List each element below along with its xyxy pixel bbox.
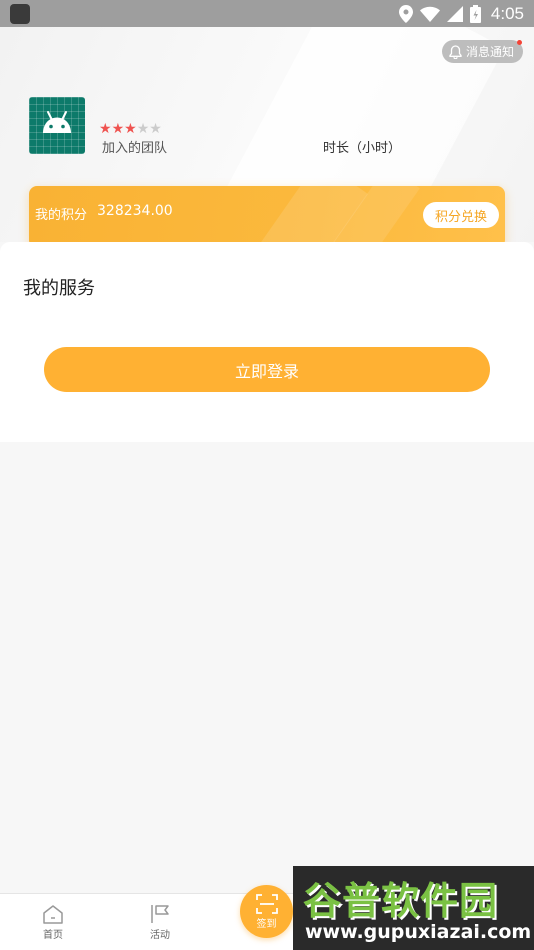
notification-button[interactable]: 消息通知	[441, 40, 523, 63]
star-empty-icon: ★	[136, 121, 150, 137]
points-value: 328234.00	[97, 203, 173, 219]
joined-team-label: 加入的团队	[102, 141, 168, 156]
avatar[interactable]	[29, 97, 85, 154]
duration-label: 时长（小时）	[323, 141, 402, 156]
star-filled-icon: ★	[111, 121, 125, 137]
nav-home[interactable]: 首页	[23, 904, 83, 941]
scan-icon	[255, 893, 278, 914]
android-icon	[43, 111, 71, 133]
star-filled-icon: ★	[124, 121, 137, 137]
notification-label: 消息通知	[465, 45, 514, 59]
login-button[interactable]: 立即登录	[44, 347, 490, 392]
status-icons: 4:05	[398, 3, 524, 25]
notification-badge-dot	[517, 40, 522, 45]
bell-icon	[449, 44, 462, 59]
service-section: 我的服务 立即登录	[0, 242, 534, 442]
watermark-title: 谷普软件园	[303, 879, 499, 923]
service-title: 我的服务	[23, 278, 95, 299]
rating-stars: ★ ★ ★ ★ ★	[99, 122, 162, 136]
battery-icon	[469, 5, 481, 23]
star-empty-icon: ★	[149, 121, 162, 137]
app-notification-icon	[10, 4, 30, 24]
location-icon	[398, 5, 413, 23]
flag-icon	[151, 905, 169, 923]
points-exchange-button[interactable]: 积分兑换	[422, 202, 499, 228]
profile-header: 消息通知 ★ ★ ★ ★ ★ 加入的团队 时长（小时） 我的积分 328234.00 积…	[0, 27, 534, 242]
status-bar: 4:05	[0, 0, 534, 27]
nav-activity-label: 活动	[150, 930, 170, 941]
nav-home-label: 首页	[43, 930, 63, 941]
sign-in-scan-button[interactable]: 签到	[240, 885, 293, 938]
sign-in-label: 签到	[256, 918, 277, 930]
status-time: 4:05	[490, 4, 524, 23]
points-label: 我的积分	[35, 208, 88, 223]
home-icon	[43, 905, 63, 924]
watermark-url: www.gupuxiazai.com	[305, 921, 532, 943]
signal-icon	[446, 6, 463, 22]
nav-activity[interactable]: 活动	[130, 904, 190, 941]
star-filled-icon: ★	[99, 121, 112, 137]
wifi-icon	[419, 6, 440, 22]
watermark: 谷普软件园 www.gupuxiazai.com	[293, 866, 534, 950]
points-card: 我的积分 328234.00 积分兑换	[29, 186, 505, 242]
